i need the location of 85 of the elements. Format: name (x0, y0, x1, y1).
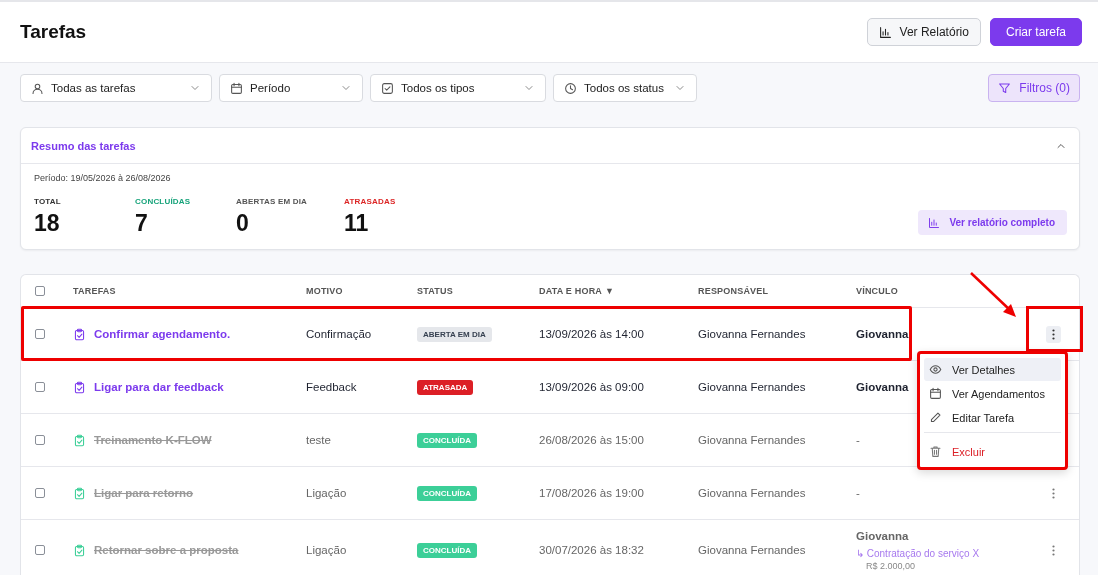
table-cell-text: Giovanna (856, 328, 910, 340)
checkbox-icon (381, 81, 394, 95)
deal-amount: R$ 2.000,00 (866, 561, 917, 571)
pencil-icon (929, 411, 942, 424)
kebab-icon (1051, 487, 1055, 499)
clock-icon (564, 81, 577, 95)
menu-item[interactable]: Editar Tarefa (924, 406, 1061, 429)
clipboard-check-icon (73, 486, 86, 500)
report-button[interactable]: Ver Relatório (866, 18, 981, 46)
stat-value: 0 (236, 210, 250, 237)
link-name: Giovanna (856, 530, 910, 542)
stat-label: ATRASADAS (344, 197, 397, 206)
table-cell-text: 17/08/2026 às 19:00 (539, 487, 645, 499)
column-header[interactable]: DATA E HORA (539, 286, 603, 296)
person-icon (31, 81, 44, 95)
bar-chart-icon (928, 216, 941, 229)
column-header: VÍNCULO (856, 286, 899, 296)
stat-value: 18 (34, 210, 61, 237)
stat-label: ABERTAS EM DIA (236, 197, 309, 206)
clipboard-check-icon (73, 543, 86, 557)
table-cell-text: Giovanna Fernandes (698, 328, 807, 340)
summary-title: Resumo das tarefas (31, 139, 136, 152)
filter-dropdown[interactable]: Todos os tipos (370, 74, 546, 102)
status-badge: CONCLUÍDA (417, 542, 477, 558)
menu-item[interactable]: Excluir (924, 440, 1061, 463)
column-header: MOTIVO (306, 286, 344, 296)
table-cell-text: Ligação (306, 544, 348, 556)
table-cell-text: Ligação (306, 487, 348, 499)
clipboard-check-icon (73, 433, 86, 447)
status-badge: ATRASADA (417, 379, 474, 395)
stat-value: 11 (344, 210, 370, 237)
menu-item[interactable]: Ver Detalhes (924, 358, 1061, 381)
table-cell-text: 26/08/2026 às 15:00 (539, 434, 645, 446)
table-cell-text: Giovanna Fernandes (698, 487, 807, 499)
table-cell-text: Confirmação (306, 328, 373, 340)
row-checkbox[interactable] (35, 488, 45, 498)
filter-dropdown[interactable]: Todas as tarefas (20, 74, 212, 102)
column-header: RESPONSÁVEL (698, 286, 770, 296)
eye-icon (929, 363, 942, 376)
clipboard-check-icon (73, 327, 86, 341)
calendar-icon (929, 387, 942, 400)
page-title: Tarefas (20, 21, 87, 43)
status-badge: CONCLUÍDA (417, 432, 477, 448)
row-checkbox[interactable] (35, 382, 45, 392)
table-cell-text: 13/09/2026 às 14:00 (539, 328, 645, 340)
trash-icon (929, 445, 942, 458)
table-cell-text: 13/09/2026 às 09:00 (539, 381, 645, 393)
filter-dropdown[interactable]: Todos os status (553, 74, 697, 102)
column-header: TAREFAS (73, 286, 117, 296)
status-badge: ABERTA EM DIA (417, 326, 492, 342)
stat-label: CONCLUÍDAS (135, 197, 192, 206)
row-checkbox[interactable] (35, 329, 45, 339)
bar-chart-icon (878, 25, 892, 39)
table-cell-text: Giovanna Fernandes (698, 434, 807, 446)
funnel-icon (998, 81, 1012, 95)
select-all-checkbox[interactable] (35, 286, 45, 296)
kebab-icon (1051, 544, 1055, 556)
table-cell-text: 30/07/2026 às 18:32 (539, 544, 645, 556)
status-badge: CONCLUÍDA (417, 485, 477, 501)
filters-button[interactable]: Filtros (0) (988, 74, 1080, 102)
table-cell-text: Giovanna Fernandes (698, 381, 807, 393)
filter-dropdown[interactable]: Período (219, 74, 363, 102)
more-options-button[interactable] (1045, 325, 1061, 343)
table-cell-text: Giovanna (856, 381, 910, 393)
table-cell-text: Giovanna Fernandes (698, 544, 807, 556)
calendar-icon (230, 81, 243, 95)
annotation-arrow (969, 271, 1019, 319)
stat-label: TOTAL (34, 197, 62, 206)
table-cell-text: - (856, 487, 861, 499)
row-checkbox[interactable] (35, 545, 45, 555)
create-task-button[interactable]: Criar tarefa (989, 18, 1082, 46)
task-link[interactable]: Confirmar agendamento. (94, 328, 231, 340)
table-cell-text: teste (306, 434, 332, 446)
stat-value: 7 (135, 210, 149, 237)
full-report-button[interactable]: Ver relatório completo (918, 210, 1067, 235)
clipboard-check-icon (73, 380, 86, 394)
table-cell-text: Feedback (306, 381, 358, 393)
menu-item[interactable]: Ver Agendamentos (924, 382, 1061, 405)
column-header: STATUS (417, 286, 454, 296)
sort-indicator[interactable]: ▼ (605, 286, 615, 296)
period-text: Período: 19/05/2026 à 26/08/2026 (34, 173, 172, 183)
kebab-icon (1051, 328, 1055, 340)
row-checkbox[interactable] (35, 435, 45, 445)
task-link[interactable]: Ligar para dar feedback (94, 381, 224, 393)
table-cell-text: - (856, 434, 861, 446)
